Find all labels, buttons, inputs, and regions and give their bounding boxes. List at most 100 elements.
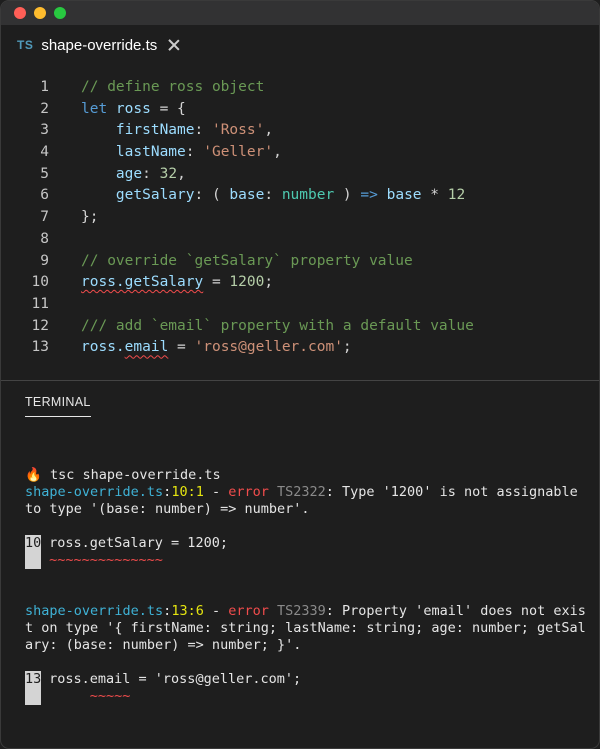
error-position: 13:6	[171, 603, 204, 619]
code-token: :	[185, 144, 204, 161]
code-token: 'Geller'	[203, 144, 274, 161]
line-number: 6	[40, 187, 49, 204]
code-token: ross.	[81, 339, 125, 356]
terminal-line: t on type '{ firstName: string; lastName…	[25, 620, 586, 637]
code-token: 'ross@geller.com'	[194, 339, 343, 356]
code-token: // define ross object	[81, 79, 265, 95]
code-line: 11	[1, 294, 599, 316]
code-content: };	[81, 207, 98, 229]
terminal-line: ary: (base: number) => number; }'.	[25, 637, 585, 654]
code-token: ,	[177, 165, 186, 182]
tab-shape-override[interactable]: TS shape-override.ts	[1, 25, 196, 65]
source-gutter	[25, 688, 41, 705]
code-token: 'Ross'	[211, 122, 265, 139]
code-line: 6 getSalary: ( base: number ) => base * …	[1, 185, 599, 207]
error-code: TS2339	[277, 603, 326, 619]
code-editor[interactable]: 1// define ross object 2 let ross = {3 fir…	[1, 77, 599, 377]
code-line: 3 firstName: 'Ross',	[1, 120, 599, 142]
tab-bar: TS shape-override.ts	[1, 25, 599, 65]
code-token: ,	[264, 122, 274, 139]
window-controls	[14, 7, 66, 19]
line-number: 1	[40, 79, 49, 95]
error-file: shape-override.ts	[25, 484, 164, 500]
code-content: /// add `email` property with a default …	[81, 316, 474, 338]
terminal-line: ~~~~~~~~~~~~~~	[25, 552, 585, 569]
code-token: =	[203, 274, 230, 291]
code-token: number	[281, 187, 335, 204]
code-line: 4 lastName: 'Geller',	[1, 142, 599, 164]
code-token: 1200	[229, 274, 265, 291]
code-token: = {	[150, 100, 186, 117]
close-window-button[interactable]	[14, 7, 26, 19]
error-code: TS2322	[277, 484, 326, 500]
tab-terminal[interactable]: TERMINAL	[25, 395, 91, 417]
panel-divider[interactable]	[1, 380, 599, 381]
error-file: shape-override.ts	[25, 603, 164, 619]
code-token: base	[386, 187, 422, 204]
code-token: :	[264, 187, 282, 204]
code-content: // define ross object	[81, 77, 264, 99]
tilde-indent	[49, 688, 90, 704]
code-line: 7};	[1, 207, 599, 229]
code-line: 1 // define ross object	[1, 77, 599, 99]
code-token: base	[229, 187, 265, 204]
code-token: *	[421, 187, 448, 204]
terminal-line: shape-override.ts:13:6 - error TS2339: P…	[25, 603, 586, 620]
code-token: getSalary	[115, 187, 195, 204]
line-number: 11	[31, 295, 49, 312]
terminal-line: to type '(base: number) => number'.	[25, 501, 585, 518]
error-message: : Type '1200' is not assignable	[325, 484, 578, 500]
error-separator: -	[203, 603, 229, 619]
source-line: ross.email = 'ross@geller.com';	[49, 671, 302, 687]
code-line: 9 // override `getSalary` property value	[1, 251, 599, 273]
code-token: =	[168, 339, 195, 356]
error-level: error	[228, 484, 269, 500]
code-line: 5 age: 32,	[1, 164, 599, 186]
code-token: age	[115, 165, 143, 182]
code-content: getSalary: ( base: number ) => base * 12	[81, 185, 465, 207]
line-number: 12	[31, 317, 49, 334]
line-number: 10	[31, 274, 49, 291]
maximize-window-button[interactable]	[54, 7, 66, 19]
line-number: 3	[40, 122, 49, 139]
code-line: 10 ross.getSalary = 1200;	[1, 272, 599, 294]
error-message: ary: (base: number) => number; }'.	[25, 637, 302, 653]
error-position: 10:1	[171, 484, 204, 500]
error-message: to type '(base: number) => number'.	[25, 501, 310, 517]
code-token: ,	[273, 144, 282, 161]
code-content: // override `getSalary` property value	[81, 251, 413, 273]
error-separator: -	[203, 484, 229, 500]
terminal-line: ~~~~~	[25, 688, 585, 705]
code-content: firstName: 'Ross',	[81, 120, 273, 142]
code-token: ;	[264, 274, 274, 291]
code-token: 12	[447, 187, 466, 204]
minimize-window-button[interactable]	[34, 7, 46, 19]
fire-icon: 🔥	[25, 467, 42, 483]
editor-window: TS shape-override.ts 1 // define ross obj…	[0, 0, 600, 749]
code-line: 8	[1, 229, 599, 251]
code-token: /// add `email` property with a default …	[81, 317, 474, 334]
code-token: :	[194, 122, 212, 139]
close-icon[interactable]	[167, 38, 181, 52]
terminal-line: shape-override.ts:10:1 - error TS2322: T…	[25, 484, 585, 501]
code-token: 32	[159, 165, 178, 182]
code-token: };	[81, 209, 99, 226]
line-number: 4	[40, 144, 49, 161]
error-underline: ~~~~~~~~~~~~~~	[49, 552, 163, 568]
code-content: lastName: 'Geller',	[81, 142, 282, 164]
line-number: 8	[40, 230, 49, 247]
code-content: let ross = {	[81, 99, 186, 121]
error-level: error	[228, 603, 269, 619]
code-token: : (	[194, 187, 230, 204]
terminal-line: 10 ross.getSalary = 1200;	[25, 535, 585, 552]
error-message: t on type '{ firstName: string; lastName…	[25, 620, 586, 636]
